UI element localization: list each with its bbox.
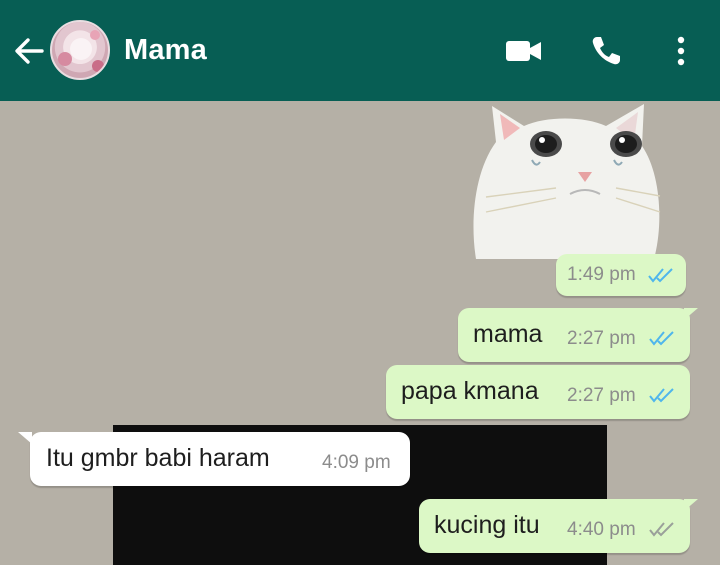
read-ticks-icon (649, 331, 674, 346)
message-bubble-outgoing[interactable]: papa kmana 2:27 pm (386, 365, 690, 419)
message-time: 4:09 pm (322, 452, 391, 473)
bubble-tail (684, 499, 698, 511)
read-ticks-icon (649, 388, 674, 403)
message-text: Itu gmbr babi haram (46, 444, 270, 472)
chat-area[interactable]: 1:49 pm mama 2:27 pm papa kmana 2:27 pm … (0, 101, 720, 565)
message-time: 4:40 pm (567, 519, 636, 540)
message-text: mama (473, 320, 543, 348)
read-ticks-icon (648, 268, 673, 283)
chat-header: Mama (0, 0, 720, 101)
avatar[interactable] (50, 20, 110, 80)
phone-icon[interactable] (589, 34, 623, 68)
bubble-tail (18, 432, 32, 444)
message-text: papa kmana (401, 377, 539, 405)
contact-name[interactable]: Mama (124, 34, 207, 67)
delivered-ticks-icon (649, 522, 674, 537)
sticker-time-bubble[interactable]: 1:49 pm (556, 254, 686, 296)
message-time: 1:49 pm (567, 264, 636, 285)
arrow-left-icon[interactable] (12, 34, 46, 68)
video-camera-icon[interactable] (504, 34, 544, 68)
message-text: kucing itu (434, 511, 540, 539)
message-bubble-outgoing[interactable]: kucing itu 4:40 pm (419, 499, 698, 553)
crying-cat-sticker[interactable] (466, 102, 662, 259)
message-bubble-outgoing[interactable]: mama 2:27 pm (458, 308, 698, 362)
bubble-tail (684, 308, 698, 320)
message-time: 2:27 pm (567, 385, 636, 406)
message-bubble-incoming[interactable]: Itu gmbr babi haram 4:09 pm (18, 432, 410, 486)
message-time: 2:27 pm (567, 328, 636, 349)
more-vertical-icon[interactable] (668, 34, 694, 68)
